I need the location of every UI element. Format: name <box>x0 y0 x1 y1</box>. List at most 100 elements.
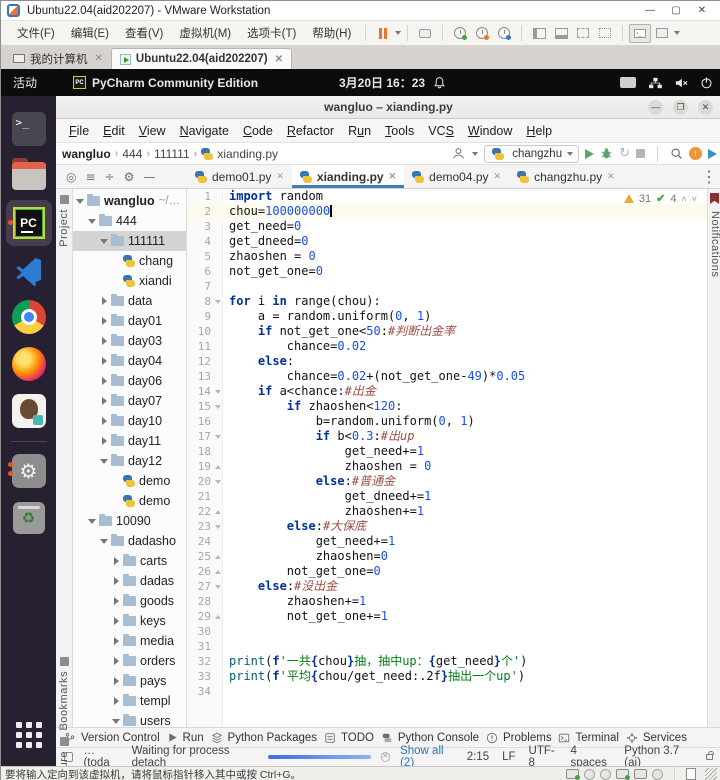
focused-app-indicator[interactable]: PC PyCharm Community Edition <box>73 76 258 90</box>
code-line[interactable]: 7 <box>187 279 707 294</box>
dock-firefox[interactable] <box>6 341 52 387</box>
code-line[interactable]: 27 else:#没出金 <box>187 579 707 594</box>
tab-close-icon[interactable]: ✕ <box>389 171 397 182</box>
locate-icon[interactable]: ◎ <box>66 170 76 184</box>
breadcrumb[interactable]: 444 <box>122 147 142 161</box>
vmware-tab[interactable]: 我的计算机 ✕ <box>5 48 111 69</box>
code-line[interactable]: 22 zhaoshen+=1 <box>187 504 707 519</box>
vmware-menu-item[interactable]: 查看(V) <box>117 25 171 41</box>
clock-menu[interactable]: 3月20日 16：23 <box>339 74 446 91</box>
resize-grip[interactable] <box>705 768 717 780</box>
code-line[interactable]: 20 else:#普通金 <box>187 474 707 489</box>
volume-muted-icon[interactable] <box>674 77 688 89</box>
tree-item-demo[interactable]: demo <box>73 471 186 491</box>
user-icon[interactable] <box>452 147 465 160</box>
power-icon[interactable] <box>700 76 713 89</box>
menu-item[interactable]: Tools <box>378 124 421 138</box>
code-line[interactable]: 12 else: <box>187 354 707 369</box>
code-line[interactable]: 32 print(f'一共{chou}抽，抽中up：{get_need}个') <box>187 654 707 669</box>
rerun-button[interactable]: ↻ <box>619 146 630 161</box>
vmware-tab-close-icon[interactable]: ✕ <box>95 53 103 64</box>
dock-app[interactable] <box>6 388 52 434</box>
code-line[interactable]: 6 not_get_one=0 <box>187 264 707 279</box>
tree-chevron-icon[interactable] <box>99 539 109 544</box>
tree-item-444[interactable]: 444 <box>73 211 186 231</box>
code-line[interactable]: 28 zhaoshen+=1 <box>187 594 707 609</box>
cd-device-icon[interactable] <box>584 768 595 780</box>
code-line[interactable]: 30 <box>187 624 707 639</box>
menu-item[interactable]: VCS <box>421 124 461 138</box>
code-line[interactable]: 31 <box>187 639 707 654</box>
menu-item[interactable]: Help <box>519 124 559 138</box>
hide-panel-icon[interactable]: — <box>143 170 155 184</box>
pause-vm-button[interactable] <box>372 24 394 43</box>
code-editor[interactable]: 1 import random 2 chou=100000000 3 get_need=0… <box>187 189 707 727</box>
window-close-button[interactable]: ✕ <box>698 99 713 115</box>
tree-chevron-icon[interactable] <box>111 617 121 625</box>
project-tool-icon[interactable] <box>60 195 69 204</box>
editor-tab[interactable]: xianding.py ✕ <box>291 165 405 188</box>
fold-marker-icon[interactable] <box>213 384 223 399</box>
fold-marker-icon[interactable] <box>213 549 223 564</box>
vmware-tab-close-icon[interactable]: ✕ <box>275 54 283 65</box>
dock-terminal[interactable]: >_ <box>6 106 52 152</box>
code-line[interactable]: 10 if not_get_one<50:#判断出金率 <box>187 324 707 339</box>
tree-chevron-icon[interactable] <box>99 397 109 405</box>
tree-chevron-icon[interactable] <box>75 199 85 204</box>
run-configuration-select[interactable]: changzhu <box>484 144 580 163</box>
code-line[interactable]: 2 chou=100000000 <box>187 204 707 219</box>
snapshot-take-button[interactable] <box>449 24 471 43</box>
menu-item[interactable]: Code <box>236 124 280 138</box>
code-line[interactable]: 19 zhaoshen = 0 <box>187 459 707 474</box>
fullscreen-dropdown-icon[interactable] <box>674 31 681 35</box>
pycharm-titlebar[interactable]: wangluo – xianding.py — ❐ ✕ <box>56 96 720 119</box>
tree-item-day11[interactable]: day11 <box>73 431 186 451</box>
code-line[interactable]: 34 <box>187 684 707 699</box>
tree-chevron-icon[interactable] <box>99 337 109 345</box>
breadcrumb-file[interactable]: xianding.py <box>217 147 278 161</box>
printer-device-icon[interactable] <box>634 769 647 779</box>
fold-marker-icon[interactable] <box>213 399 223 414</box>
code-line[interactable]: 11 chance=0.02 <box>187 339 707 354</box>
vmware-menu-item[interactable]: 文件(F) <box>9 25 63 41</box>
code-line[interactable]: 4 get_dneed=0 <box>187 234 707 249</box>
breadcrumb[interactable]: wangluo <box>62 147 111 161</box>
run-button[interactable] <box>585 148 595 159</box>
code-line[interactable]: 16 b=random.uniform(0, 1) <box>187 414 707 429</box>
tree-item-111111[interactable]: 111111 <box>73 231 186 251</box>
tree-chevron-icon[interactable] <box>99 377 109 385</box>
tab-close-icon[interactable]: ✕ <box>494 171 502 182</box>
fold-marker-icon[interactable] <box>213 459 223 474</box>
fold-marker-icon[interactable] <box>213 579 223 594</box>
code-line[interactable]: 17 if b<0.3:#出up <box>187 429 707 444</box>
code-line[interactable]: 23 else:#大保底 <box>187 519 707 534</box>
tree-item-day06[interactable]: day06 <box>73 371 186 391</box>
editor-tab[interactable]: changzhu.py ✕ <box>509 165 623 188</box>
dock-pycharm[interactable]: PC <box>5 200 52 246</box>
tool-window-button-todo[interactable]: TODO <box>324 732 374 744</box>
vmware-menu-item[interactable]: 帮助(H) <box>304 25 359 41</box>
console-view-button[interactable]: ›_ <box>629 23 652 43</box>
code-line[interactable]: 14 if a<chance:#出金 <box>187 384 707 399</box>
notifications-tool-icon[interactable] <box>710 193 719 204</box>
project-tool-label[interactable]: Project <box>58 209 70 247</box>
tree-chevron-icon[interactable] <box>87 519 97 524</box>
tree-item-media[interactable]: media <box>73 631 186 651</box>
menu-item[interactable]: Edit <box>96 124 132 138</box>
settings-gear-icon[interactable]: ⚙ <box>124 170 135 184</box>
tree-item-10090[interactable]: 10090 <box>73 511 186 531</box>
menu-item[interactable]: File <box>62 124 96 138</box>
tab-close-icon[interactable]: ✕ <box>607 171 615 182</box>
code-line[interactable]: 26 not_get_one=0 <box>187 564 707 579</box>
dock-files[interactable] <box>6 153 52 199</box>
menu-item[interactable]: Run <box>341 124 378 138</box>
hard-disk-device-icon[interactable] <box>566 769 580 780</box>
tool-window-button-problems[interactable]: Problems <box>486 732 552 744</box>
fold-marker-icon[interactable] <box>213 294 223 309</box>
tree-chevron-icon[interactable] <box>111 697 121 705</box>
code-line[interactable]: 24 get_need+=1 <box>187 534 707 549</box>
inspections-widget[interactable]: 31 ✔ 4 ˄ ˅ <box>623 192 697 205</box>
update-available-icon[interactable]: ↑ <box>689 147 702 160</box>
show-thumbnail-bar-button[interactable] <box>550 24 572 43</box>
tree-item-day07[interactable]: day07 <box>73 391 186 411</box>
